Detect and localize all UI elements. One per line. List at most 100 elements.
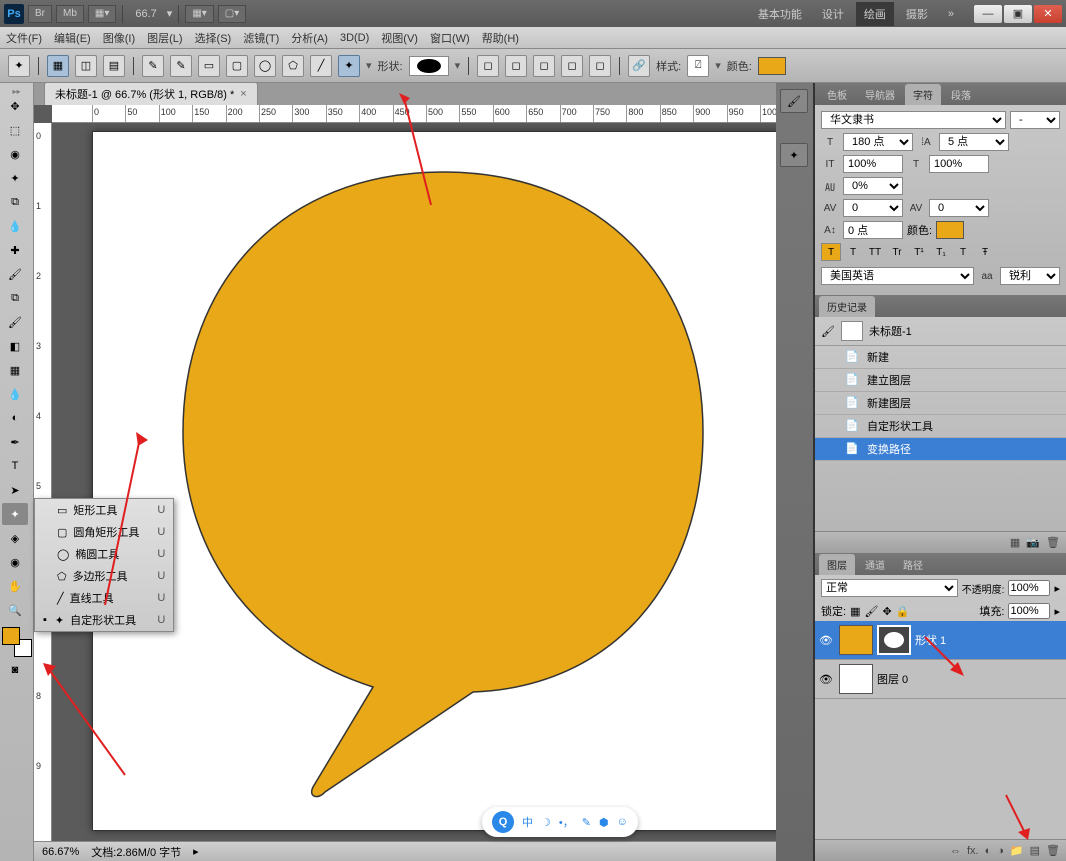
ptab-character[interactable]: 字符 — [905, 84, 941, 105]
combine-new-icon[interactable]: ◻ — [477, 55, 499, 77]
tt-strike[interactable]: Ŧ — [975, 243, 995, 261]
tool-lasso[interactable]: ◉ — [2, 143, 28, 165]
layer-link-icon[interactable]: ⇔ — [950, 845, 961, 857]
tool-pen[interactable]: ✒ — [2, 431, 28, 453]
workspace-photo[interactable]: 摄影 — [898, 2, 936, 26]
layer-row[interactable]: 👁 图层 0 — [815, 660, 1066, 699]
history-item[interactable]: 📄新建 — [815, 346, 1066, 369]
tt-super[interactable]: T¹ — [909, 243, 929, 261]
tt-allcaps[interactable]: TT — [865, 243, 885, 261]
opacity-input[interactable] — [1008, 580, 1050, 596]
status-doc[interactable]: 文档:2.86M/0 字节 — [91, 844, 181, 860]
hscale-input[interactable] — [929, 155, 989, 173]
lock-transparent-icon[interactable]: ▦ — [850, 605, 860, 618]
status-zoom[interactable]: 66.67% — [42, 846, 79, 858]
tool-3d[interactable]: ◈ — [2, 527, 28, 549]
font-family-select[interactable]: 华文隶书 — [821, 111, 1006, 129]
tool-type[interactable]: T — [2, 455, 28, 477]
document-tab-close[interactable]: × — [240, 88, 246, 100]
ime-emoji-icon[interactable]: ☺ — [617, 816, 628, 828]
mode-path-icon[interactable]: ◫ — [75, 55, 97, 77]
shape-line-icon[interactable]: ╱ — [310, 55, 332, 77]
tool-preset-icon[interactable]: ✦ — [8, 55, 30, 77]
view-extras-button[interactable]: ▦▾ — [88, 5, 116, 23]
quickmask-toggle[interactable]: ◙ — [2, 659, 28, 681]
tool-shape[interactable]: ✦ — [2, 503, 28, 525]
window-minimize-button[interactable]: — — [974, 5, 1002, 23]
tracking2-select[interactable]: 0 — [843, 199, 903, 217]
history-brush-icon[interactable]: 🖌 — [821, 325, 835, 338]
shape-rect-icon[interactable]: ▭ — [198, 55, 220, 77]
dock-tool-presets-icon[interactable]: ✦ — [780, 143, 808, 167]
font-style-select[interactable]: - — [1010, 111, 1060, 129]
window-maximize-button[interactable]: ▣ — [1004, 5, 1032, 23]
combine-add-icon[interactable]: ◻ — [505, 55, 527, 77]
tool-path-select[interactable]: ➤ — [2, 479, 28, 501]
flyout-custom[interactable]: ✦自定形状工具U — [35, 609, 173, 631]
fg-color-swatch[interactable] — [2, 627, 20, 645]
tt-bold[interactable]: T — [821, 243, 841, 261]
combine-exclude-icon[interactable]: ◻ — [589, 55, 611, 77]
history-item[interactable]: 📄自定形状工具 — [815, 415, 1066, 438]
tool-crop[interactable]: ⧉ — [2, 191, 28, 213]
lock-position-icon[interactable]: ✥ — [882, 605, 891, 618]
shape-ellipse-icon[interactable]: ◯ — [254, 55, 276, 77]
tt-smallcaps[interactable]: Tr — [887, 243, 907, 261]
layer-group-icon[interactable]: 📁 — [1010, 844, 1024, 857]
ptab-swatches[interactable]: 色板 — [819, 84, 855, 105]
history-snapshot-thumb[interactable] — [841, 321, 863, 341]
menu-help[interactable]: 帮助(H) — [482, 30, 519, 46]
opacity-arrow-icon[interactable]: ▸ — [1054, 582, 1060, 595]
menu-select[interactable]: 选择(S) — [195, 30, 232, 46]
bridge-button[interactable]: Br — [28, 5, 52, 23]
flyout-line[interactable]: ╱直线工具U — [35, 587, 173, 609]
ime-toolbar[interactable]: Q 中 ☽ •， ✎ ⬢ ☺ — [482, 807, 638, 837]
tool-brush[interactable]: 🖌 — [2, 263, 28, 285]
ptab-layers[interactable]: 图层 — [819, 554, 855, 575]
tt-italic[interactable]: T — [843, 243, 863, 261]
shape-roundrect-icon[interactable]: ▢ — [226, 55, 248, 77]
tool-eyedropper[interactable]: 💧 — [2, 215, 28, 237]
zoom-select[interactable]: 66.7 — [129, 6, 162, 22]
tool-gradient[interactable]: ▦ — [2, 359, 28, 381]
layer-mask-icon[interactable]: ◐ — [985, 845, 992, 857]
tool-zoom[interactable]: 🔍 — [2, 599, 28, 621]
ptab-channels[interactable]: 通道 — [857, 554, 893, 575]
shape-preview[interactable] — [409, 56, 449, 76]
fill-arrow-icon[interactable]: ▸ — [1054, 605, 1060, 618]
layer-fx-icon[interactable]: fx. — [967, 845, 979, 857]
menu-filter[interactable]: 滤镜(T) — [243, 30, 279, 46]
tt-sub[interactable]: T₁ — [931, 243, 951, 261]
minibridge-button[interactable]: Mb — [56, 5, 84, 23]
tt-underline[interactable]: T — [953, 243, 973, 261]
ime-lang[interactable]: 中 — [522, 814, 533, 830]
flyout-ellipse[interactable]: ◯椭圆工具U — [35, 543, 173, 565]
history-item[interactable]: 📄新建图层 — [815, 392, 1066, 415]
ime-settings-icon[interactable]: ✎ — [582, 816, 591, 829]
vscale-input[interactable] — [843, 155, 903, 173]
combine-intersect-icon[interactable]: ◻ — [561, 55, 583, 77]
ruler-horizontal[interactable]: 0501001502002503003504004505005506006507… — [52, 105, 776, 123]
layer-thumb[interactable] — [839, 664, 873, 694]
shape-pen-icon[interactable]: ✎ — [142, 55, 164, 77]
layer-adjust-icon[interactable]: ◑ — [997, 845, 1004, 857]
tool-eraser[interactable]: ◧ — [2, 335, 28, 357]
workspace-paint[interactable]: 绘画 — [856, 2, 894, 26]
arrange-button[interactable]: ▦▾ — [185, 5, 213, 23]
baseline-input[interactable] — [843, 221, 903, 239]
mode-fill-icon[interactable]: ▤ — [103, 55, 125, 77]
tool-dodge[interactable]: ◐ — [2, 407, 28, 429]
workspace-design[interactable]: 设计 — [814, 2, 852, 26]
ime-logo-icon[interactable]: Q — [492, 811, 514, 833]
font-size-select[interactable]: 180 点 — [843, 133, 913, 151]
flyout-polygon[interactable]: ⬠多边形工具U — [35, 565, 173, 587]
layer-visibility-icon[interactable]: 👁 — [819, 634, 835, 647]
layer-name[interactable]: 图层 0 — [877, 671, 908, 687]
layer-new-icon[interactable]: ▤ — [1030, 844, 1040, 857]
tool-wand[interactable]: ✦ — [2, 167, 28, 189]
ptab-paths[interactable]: 路径 — [895, 554, 931, 575]
lock-all-icon[interactable]: 🔒 — [896, 605, 910, 618]
tool-blur[interactable]: 💧 — [2, 383, 28, 405]
flyout-rect[interactable]: ▭矩形工具U — [35, 499, 173, 521]
ptab-paragraph[interactable]: 段落 — [943, 84, 979, 105]
